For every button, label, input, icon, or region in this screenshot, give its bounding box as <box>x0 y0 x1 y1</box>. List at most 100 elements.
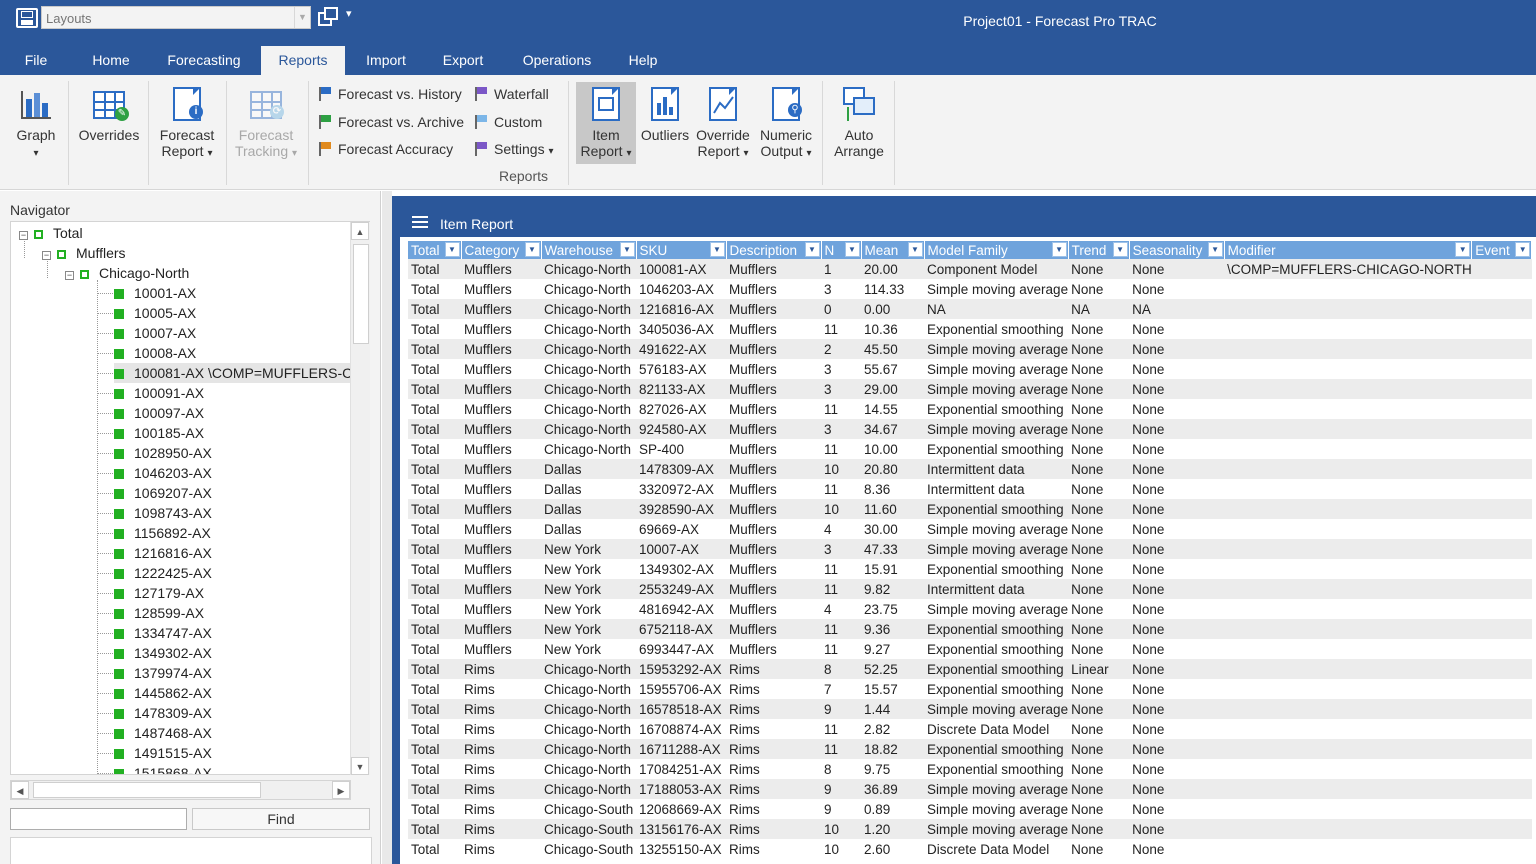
table-row[interactable]: Total Mufflers New York 10007-AX Mufflers 3 47… <box>408 539 1532 559</box>
tree-node-chicago-north[interactable]: − Chicago-North <box>65 263 189 283</box>
table-row[interactable]: Total Rims Chicago-North 16578518-AX Rims 9 1.… <box>408 699 1532 719</box>
tree-node-item[interactable]: 10008-AX <box>114 343 196 363</box>
column-header[interactable]: Category ▼ <box>461 241 542 259</box>
tab-help[interactable]: Help <box>618 46 668 75</box>
table-row[interactable]: Total Mufflers Chicago-North SP-400 Mufflers… <box>408 439 1532 459</box>
table-row[interactable]: Total Mufflers Chicago-North 1216816-AX Muff… <box>408 299 1532 319</box>
chevron-down-icon[interactable]: ▼ <box>294 7 310 28</box>
menu-icon[interactable] <box>412 216 428 228</box>
tree-node-item[interactable]: 10001-AX <box>114 283 196 303</box>
scroll-thumb[interactable] <box>33 782 261 798</box>
tree-node-item[interactable]: 1156892-AX <box>114 523 211 543</box>
filter-dropdown-icon[interactable]: ▼ <box>804 242 820 257</box>
tree-node-item[interactable]: 1478309-AX <box>114 703 212 723</box>
column-header[interactable]: Modifier ▼ <box>1224 241 1473 259</box>
filter-dropdown-icon[interactable]: ▼ <box>907 242 923 257</box>
table-row[interactable]: Total Mufflers Dallas 1478309-AX Mufflers 10 2… <box>408 459 1532 479</box>
column-header[interactable]: SKU ▼ <box>636 241 727 259</box>
tree-node-mufflers[interactable]: − Mufflers <box>42 243 126 263</box>
tree-node-item[interactable]: 1487468-AX <box>114 723 212 743</box>
table-row[interactable]: Total Mufflers Chicago-North 924580-AX Muffl… <box>408 419 1532 439</box>
quick-access-customize-icon[interactable]: ▾ <box>346 7 352 20</box>
tab-reports[interactable]: Reports <box>261 46 345 75</box>
tree-node-item[interactable]: 1445862-AX <box>114 683 212 703</box>
numeric-output-button[interactable]: ⚲ Numeric Output ▾ <box>756 85 816 162</box>
tree-node-total[interactable]: − Total <box>19 223 83 243</box>
tree-node-item[interactable]: 1349302-AX <box>114 643 212 663</box>
navigator-vertical-scrollbar[interactable]: ▲ ▼ <box>350 222 370 775</box>
collapse-icon[interactable]: − <box>42 251 51 260</box>
table-row[interactable]: Total Mufflers New York 6993447-AX Mufflers 1… <box>408 639 1532 659</box>
table-row[interactable]: Total Mufflers Chicago-North 491622-AX Muffl… <box>408 339 1532 359</box>
tab-operations[interactable]: Operations <box>512 46 602 75</box>
tree-node-item[interactable]: 100185-AX <box>114 423 204 443</box>
panel-splitter[interactable] <box>382 191 392 864</box>
filter-dropdown-icon[interactable]: ▼ <box>1112 242 1128 257</box>
table-row[interactable]: Total Mufflers Chicago-North 3405036-AX Muff… <box>408 319 1532 339</box>
table-row[interactable]: Total Mufflers Chicago-North 100081-AX Muffl… <box>408 259 1532 279</box>
item-report-button[interactable]: Item Report ▾ <box>576 85 636 162</box>
filter-dropdown-icon[interactable]: ▼ <box>844 242 860 257</box>
table-row[interactable]: Total Rims Chicago-South 12068669-AX Rims 9 0.… <box>408 799 1532 819</box>
scroll-left-icon[interactable]: ◀ <box>11 781 29 799</box>
forecast-vs-archive-button[interactable]: Forecast vs. Archive <box>318 112 464 132</box>
forecast-vs-history-button[interactable]: Forecast vs. History <box>318 84 462 104</box>
tree-node-item[interactable]: 1216816-AX <box>114 543 212 563</box>
tree-node-item[interactable]: 100097-AX <box>114 403 204 423</box>
table-row[interactable]: Total Rims Chicago-South 13255150-AX Rims 10 2… <box>408 839 1532 859</box>
overrides-button[interactable]: ✎ Overrides <box>76 85 142 143</box>
column-header[interactable]: Trend ▼ <box>1068 241 1130 259</box>
tab-import[interactable]: Import <box>356 46 416 75</box>
filter-dropdown-icon[interactable]: ▼ <box>709 242 725 257</box>
column-header[interactable]: Seasonality ▼ <box>1129 241 1225 259</box>
new-window-icon[interactable] <box>318 7 340 27</box>
column-header[interactable]: Description ▼ <box>726 241 822 259</box>
find-input[interactable] <box>10 808 187 830</box>
collapse-icon[interactable]: − <box>65 271 74 280</box>
table-row[interactable]: Total Mufflers Chicago-North 821133-AX Muffl… <box>408 379 1532 399</box>
tree-node-item[interactable]: 100081-AX \COMP=MUFFLERS-CH <box>114 363 363 383</box>
tree-node-item[interactable]: 1069207-AX <box>114 483 212 503</box>
scroll-right-icon[interactable]: ▶ <box>332 781 350 799</box>
table-row[interactable]: Total Mufflers Dallas 3928590-AX Mufflers 10 1… <box>408 499 1532 519</box>
graph-button[interactable]: Graph ▾ <box>8 85 64 162</box>
tab-forecasting[interactable]: Forecasting <box>158 46 250 75</box>
filter-dropdown-icon[interactable]: ▼ <box>1207 242 1223 257</box>
table-row[interactable]: Total Mufflers Chicago-North 1046203-AX Muff… <box>408 279 1532 299</box>
table-row[interactable]: Total Rims Chicago-North 17188053-AX Rims 9 36… <box>408 779 1532 799</box>
tree-node-item[interactable]: 1515868-AX <box>114 763 212 774</box>
column-header[interactable]: Model Family ▼ <box>924 241 1069 259</box>
table-row[interactable]: Total Mufflers New York 4816942-AX Mufflers 4… <box>408 599 1532 619</box>
filter-dropdown-icon[interactable]: ▼ <box>619 242 635 257</box>
tree-node-item[interactable]: 1379974-AX <box>114 663 212 683</box>
filter-dropdown-icon[interactable]: ▼ <box>524 242 540 257</box>
column-header[interactable]: Total ▼ <box>408 241 462 259</box>
forecast-tracking-button[interactable]: ⟳ Forecast Tracking ▾ <box>230 85 302 162</box>
scroll-down-icon[interactable]: ▼ <box>351 757 369 775</box>
table-row[interactable]: Total Mufflers Chicago-North 576183-AX Muffl… <box>408 359 1532 379</box>
navigator-horizontal-scrollbar[interactable]: ◀ ▶ <box>10 780 351 800</box>
tree-node-item[interactable]: 10007-AX <box>114 323 196 343</box>
tab-export[interactable]: Export <box>432 46 494 75</box>
table-row[interactable]: Total Rims Chicago-North 15955706-AX Rims 7 15… <box>408 679 1532 699</box>
table-row[interactable]: Total Mufflers Dallas 69669-AX Mufflers 4 30.0… <box>408 519 1532 539</box>
custom-button[interactable]: Custom <box>474 112 542 132</box>
tree-node-item[interactable]: 10005-AX <box>114 303 196 323</box>
layouts-combobox[interactable]: ▼ <box>41 6 311 29</box>
tree-node-item[interactable]: 100091-AX <box>114 383 204 403</box>
forecast-accuracy-button[interactable]: Forecast Accuracy <box>318 139 453 159</box>
table-row[interactable]: Total Rims Chicago-North 17084251-AX Rims 8 9.… <box>408 759 1532 779</box>
table-row[interactable]: Total Rims Chicago-North 16708874-AX Rims 11 2… <box>408 719 1532 739</box>
table-row[interactable]: Total Mufflers New York 6752118-AX Mufflers 1… <box>408 619 1532 639</box>
scroll-thumb[interactable] <box>353 244 369 344</box>
tab-file[interactable]: File <box>12 46 60 75</box>
filter-dropdown-icon[interactable]: ▼ <box>1051 242 1067 257</box>
filter-dropdown-icon[interactable]: ▼ <box>444 242 460 257</box>
auto-arrange-button[interactable]: Auto Arrange <box>830 85 888 159</box>
layouts-input[interactable] <box>46 10 286 26</box>
table-row[interactable]: Total Mufflers Chicago-North 827026-AX Muffl… <box>408 399 1532 419</box>
tree-node-item[interactable]: 127179-AX <box>114 583 204 603</box>
tree-node-item[interactable]: 1046203-AX <box>114 463 212 483</box>
outliers-button[interactable]: Outliers <box>638 85 692 143</box>
collapse-icon[interactable]: − <box>19 231 28 240</box>
